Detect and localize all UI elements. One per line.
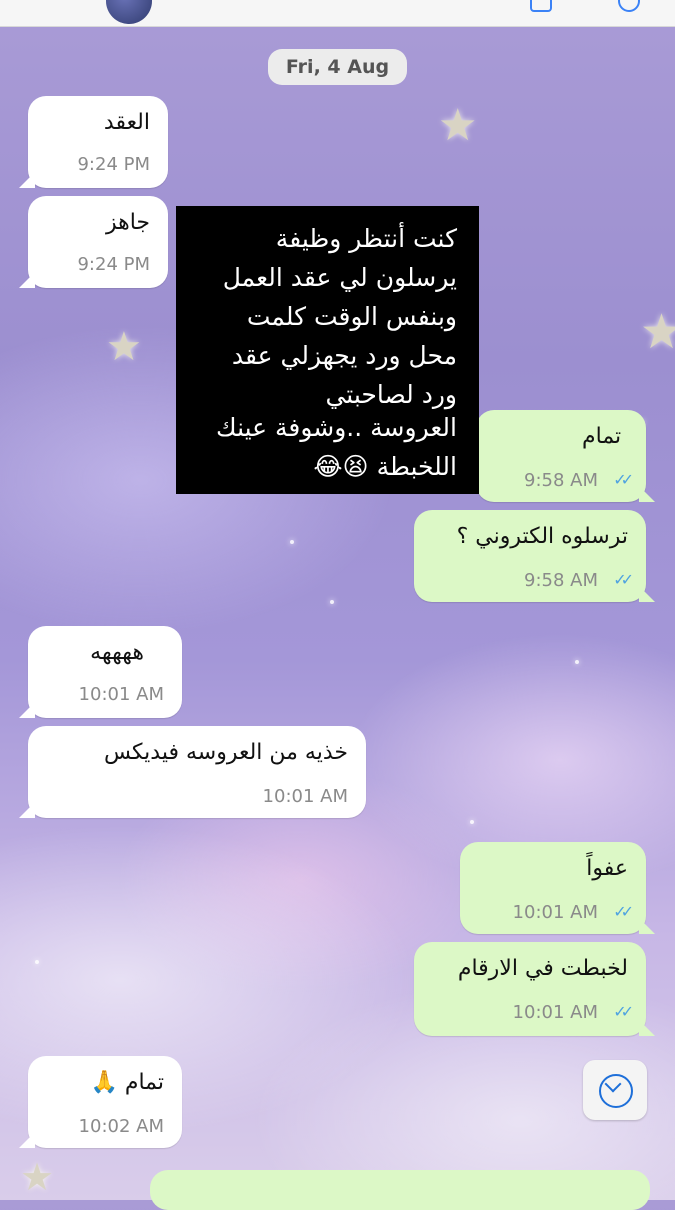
message-text: العقد (103, 110, 150, 135)
caption-line: العروسة ..وشوفة عينك (216, 413, 457, 442)
message-text: ترسلوه الكتروني ؟ (456, 524, 628, 549)
caption-line: محل ورد يجهزلي عقد (231, 341, 457, 370)
message-time: 9:24 PM (77, 254, 150, 275)
message-time: 10:01 AM (512, 902, 598, 923)
star-decoration: ★ (20, 1155, 55, 1199)
message-text: خذيه من العروسه فيديكس (103, 740, 348, 765)
bubble-tail (639, 1020, 655, 1036)
date-separator: Fri, 4 Aug (268, 49, 407, 85)
double-check-icon: ✓✓ (613, 1002, 634, 1021)
bubble-tail (19, 702, 35, 718)
message-text: ههههه (90, 640, 144, 665)
double-check-icon: ✓✓ (613, 470, 634, 489)
message-time: 10:01 AM (262, 786, 348, 807)
message-bubble-incoming[interactable]: ههههه 10:01 AM (19, 626, 182, 718)
voice-call-icon[interactable] (618, 0, 640, 12)
message-time: 9:58 AM (524, 470, 598, 491)
double-check-icon: ✓✓ (613, 570, 634, 589)
message-text: جاهز (105, 210, 150, 235)
message-bubble-incoming[interactable]: تمام 🙏 10:02 AM (19, 1056, 182, 1148)
caption-overlay: كنت أنتظر وظيفة يرسلون لي عقد العمل وبنف… (176, 206, 479, 494)
bubble-tail (19, 802, 35, 818)
message-bubble-incoming[interactable]: خذيه من العروسه فيديكس 10:01 AM (19, 726, 366, 818)
sparkle-decoration (35, 960, 39, 964)
sparkle-decoration (290, 540, 294, 544)
bubble-tail (639, 586, 655, 602)
chat-header (0, 0, 675, 27)
contact-avatar[interactable] (106, 0, 152, 24)
double-check-icon: ✓✓ (613, 902, 634, 921)
message-text: لخبطت في الارقام (457, 956, 628, 981)
video-call-icon[interactable] (530, 0, 552, 12)
star-decoration: ★ (106, 324, 142, 370)
message-time: 9:24 PM (77, 154, 150, 175)
bubble-tail (19, 172, 35, 188)
sparkle-decoration (575, 660, 579, 664)
message-bubble-outgoing[interactable]: لخبطت في الارقام 10:01 AM ✓✓ (414, 942, 655, 1036)
bubble-tail (19, 1132, 35, 1148)
message-bubble-incoming[interactable]: جاهز 9:24 PM (19, 196, 168, 288)
message-time: 10:01 AM (78, 684, 164, 705)
sparkle-decoration (330, 600, 334, 604)
message-text: تمام (582, 424, 622, 449)
scroll-to-bottom-button[interactable] (583, 1060, 647, 1120)
bubble-tail (639, 486, 655, 502)
star-decoration: ★ (438, 100, 478, 151)
sparkle-decoration (470, 820, 474, 824)
star-decoration: ★ (640, 304, 675, 360)
caption-line: وبنفس الوقت كلمت (246, 302, 457, 331)
bubble-tail (19, 272, 35, 288)
caption-line: يرسلون لي عقد العمل (222, 263, 457, 292)
message-time: 10:01 AM (512, 1002, 598, 1023)
message-time: 9:58 AM (524, 570, 598, 591)
message-bubble-outgoing[interactable]: عفواً 10:01 AM ✓✓ (460, 842, 655, 934)
message-bubble-outgoing[interactable]: تمام 9:58 AM ✓✓ (476, 410, 655, 502)
message-bubble-outgoing[interactable]: ترسلوه الكتروني ؟ 9:58 AM ✓✓ (414, 510, 655, 602)
caption-line: ورد لصاحبتي (325, 380, 457, 409)
message-time: 10:02 AM (78, 1116, 164, 1137)
message-bubble-incoming[interactable]: العقد 9:24 PM (19, 96, 168, 188)
message-bubble-outgoing-partial[interactable] (150, 1170, 650, 1210)
caption-line: كنت أنتظر وظيفة (275, 224, 457, 253)
bubble-tail (639, 918, 655, 934)
message-text: تمام 🙏 (90, 1070, 164, 1095)
message-text: عفواً (586, 856, 628, 881)
caption-line: اللخبطة 😫😂 (313, 452, 457, 481)
